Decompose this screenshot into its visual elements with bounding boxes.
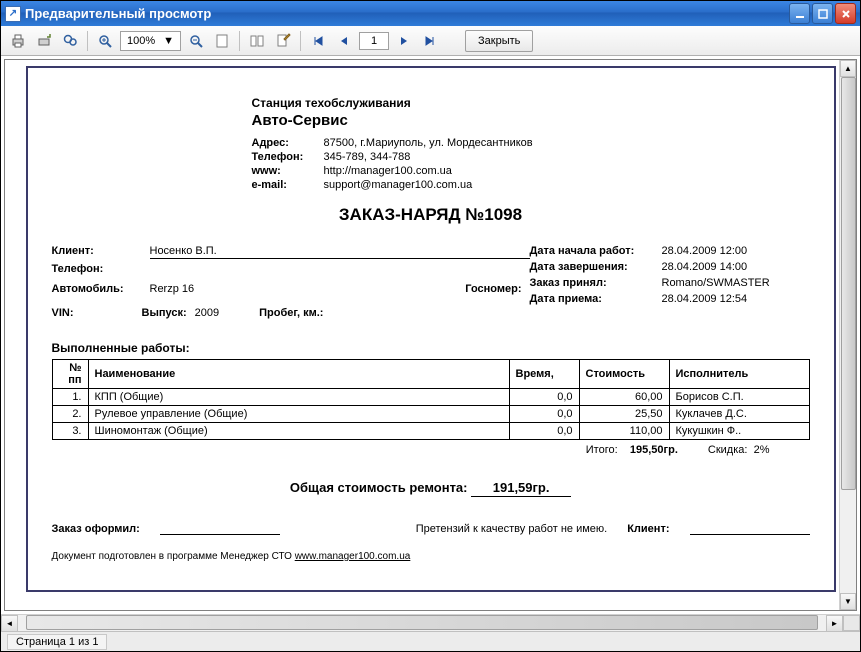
two-page-button[interactable] [246, 30, 268, 52]
fit-page-button[interactable] [211, 30, 233, 52]
received-label: Дата приема: [530, 293, 662, 305]
client-value: Носенко В.П. [150, 245, 530, 259]
footnote: Документ подготовлен в программе Менедже… [52, 551, 810, 562]
mileage-label: Пробег, км.: [259, 307, 323, 319]
status-page: Страница 1 из 1 [7, 634, 107, 650]
col-num: № пп [52, 360, 88, 389]
www-label: www: [252, 165, 324, 177]
zoom-out-button[interactable] [185, 30, 207, 52]
www-value: http://manager100.com.ua [324, 165, 452, 177]
discount-value: 2% [754, 444, 770, 456]
scroll-down-button[interactable]: ▼ [840, 593, 856, 610]
scroll-right-button[interactable]: ► [826, 615, 843, 632]
address-label: Адрес: [252, 137, 324, 149]
footnote-link: www.manager100.com.ua [295, 551, 411, 562]
scroll-up-button[interactable]: ▲ [840, 60, 856, 77]
phone-label: Телефон: [252, 151, 324, 163]
start-date-value: 28.04.2009 12:00 [662, 245, 748, 257]
edit-page-button[interactable] [272, 30, 294, 52]
company-name: Авто-Сервис [252, 112, 810, 129]
first-page-button[interactable] [307, 30, 329, 52]
client-label: Клиент: [52, 245, 150, 259]
last-page-button[interactable] [419, 30, 441, 52]
col-cost: Стоимость [579, 360, 669, 389]
next-page-button[interactable] [393, 30, 415, 52]
issued-label: Заказ оформил: [52, 523, 140, 535]
email-value: support@manager100.com.ua [324, 179, 473, 191]
vertical-scrollbar[interactable]: ▲ ▼ [839, 60, 856, 610]
accepted-label: Заказ принял: [530, 277, 662, 289]
itogo-value: 195,50гр. [630, 444, 678, 456]
received-value: 28.04.2009 12:54 [662, 293, 748, 305]
address-value: 87500, г.Мариуполь, ул. Мордесантников [324, 137, 533, 149]
export-button[interactable] [33, 30, 55, 52]
minimize-button[interactable] [789, 3, 810, 24]
status-bar: Страница 1 из 1 [1, 631, 860, 651]
col-exec: Исполнитель [669, 360, 809, 389]
scroll-thumb[interactable] [841, 77, 856, 490]
end-date-label: Дата завершения: [530, 261, 662, 273]
print-button[interactable] [7, 30, 29, 52]
gosnomer-label: Госномер: [465, 283, 521, 295]
close-button[interactable]: Закрыть [465, 30, 533, 52]
prev-page-button[interactable] [333, 30, 355, 52]
year-label: Выпуск: [142, 307, 187, 319]
document-title: ЗАКАЗ-НАРЯД №1098 [52, 205, 810, 225]
claims-text: Претензий к качеству работ не имею. [416, 523, 608, 535]
accepted-value: Romano/SWMASTER [662, 277, 770, 289]
table-row: 1. КПП (Общие) 0,0 60,00 Борисов С.П. [52, 389, 809, 406]
maximize-button[interactable] [812, 3, 833, 24]
station-label: Станция техобслуживания [252, 96, 810, 110]
phone-value: 345-789, 344-788 [324, 151, 411, 163]
year-value: 2009 [195, 307, 219, 319]
grand-total-value: 191,59гр. [471, 480, 571, 497]
vin-label: VIN: [52, 307, 102, 319]
car-label: Автомобиль: [52, 283, 150, 295]
page-input[interactable] [359, 32, 389, 50]
chevron-down-icon[interactable]: ▼ [159, 35, 178, 47]
end-date-value: 28.04.2009 14:00 [662, 261, 748, 273]
window-title: Предварительный просмотр [25, 6, 789, 21]
works-section-title: Выполненные работы: [52, 341, 810, 355]
zoom-in-button[interactable] [94, 30, 116, 52]
find-button[interactable] [59, 30, 81, 52]
app-icon: ↗ [5, 6, 21, 22]
start-date-label: Дата начала работ: [530, 245, 662, 257]
scroll-thumb-h[interactable] [26, 615, 818, 630]
car-value: Rerzp 16 [150, 283, 195, 295]
title-bar: ↗ Предварительный просмотр [1, 1, 860, 26]
client-phone-label: Телефон: [52, 263, 150, 275]
preview-area: Станция техобслуживания Авто-Сервис Адре… [4, 59, 857, 611]
col-time: Время, [509, 360, 579, 389]
issued-signature-line [160, 521, 280, 535]
close-window-button[interactable] [835, 3, 856, 24]
itogo-label: Итого: [586, 444, 618, 456]
email-label: e-mail: [252, 179, 324, 191]
col-name: Наименование [88, 360, 509, 389]
toolbar: 100% ▼ Закрыть [1, 26, 860, 56]
zoom-value: 100% [123, 35, 159, 47]
table-row: 2. Рулевое управление (Общие) 0,0 25,50 … [52, 406, 809, 423]
scroll-left-button[interactable]: ◄ [1, 615, 18, 632]
page-preview: Станция техобслуживания Авто-Сервис Адре… [26, 66, 836, 592]
client-sign-label: Клиент: [627, 523, 669, 535]
client-phone-value [150, 263, 530, 275]
table-row: 3. Шиномонтаж (Общие) 0,0 110,00 Кукушки… [52, 423, 809, 440]
client-signature-line [690, 521, 810, 535]
grand-total-label: Общая стоимость ремонта: [290, 480, 468, 495]
works-table: № пп Наименование Время, Стоимость Испол… [52, 359, 810, 440]
zoom-select[interactable]: 100% ▼ [120, 31, 181, 51]
discount-label: Скидка: [708, 444, 748, 456]
horizontal-scrollbar[interactable]: ◄ ► [1, 614, 860, 631]
